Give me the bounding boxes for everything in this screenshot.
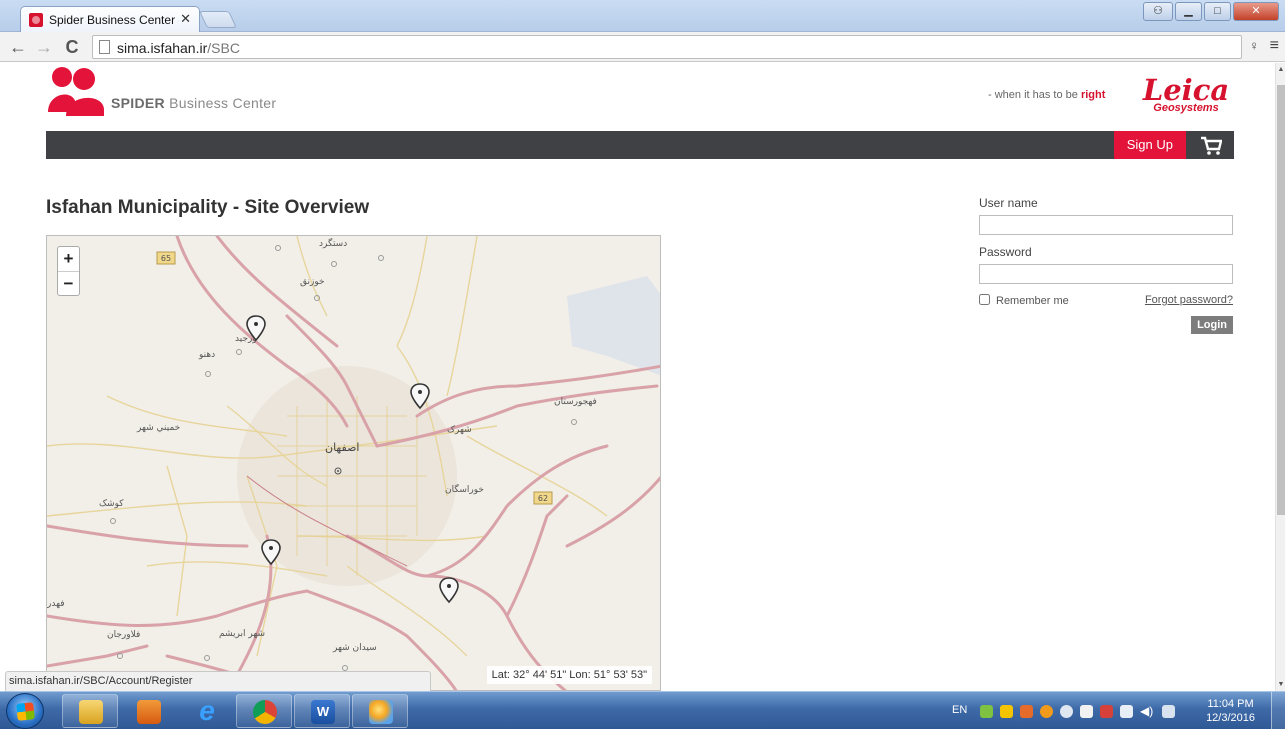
tagline: - when it has to be right (988, 89, 1106, 101)
folder-icon (79, 700, 103, 724)
url-text[interactable]: sima.isfahan.ir/SBC (117, 40, 240, 56)
minimize-button[interactable]: ▁ (1175, 2, 1202, 21)
taskbar-paint[interactable] (352, 694, 408, 728)
internet-explorer-icon: e (199, 695, 215, 726)
new-tab-button[interactable] (199, 11, 237, 28)
show-desktop-button[interactable] (1271, 692, 1285, 730)
map-label: خوزنق (300, 277, 325, 287)
map-label: اصفهان (325, 441, 359, 454)
map-label: فهجورستان (554, 397, 597, 407)
close-window-button[interactable]: ✕ (1233, 2, 1279, 21)
language-indicator[interactable]: EN (952, 704, 967, 716)
flag-tray-icon[interactable] (1020, 705, 1033, 718)
zoom-out-button[interactable]: − (58, 271, 79, 295)
page-title: Isfahan Municipality - Site Overview (46, 197, 370, 218)
leica-logo[interactable]: Leica Geosystems (1138, 75, 1234, 114)
taskbar-explorer[interactable] (62, 694, 118, 728)
map-label: دستگرد (319, 237, 347, 249)
action-center-icon[interactable] (1120, 705, 1133, 718)
sync-tray-icon[interactable] (1060, 705, 1073, 718)
coordinates-readout: Lat: 32° 44' 51" Lon: 51° 53' 53" (486, 666, 652, 684)
update-tray-icon[interactable] (1040, 705, 1053, 718)
map-label: کوشک (99, 499, 124, 509)
antivirus-tray-icon[interactable] (1100, 705, 1113, 718)
map-tiles[interactable]: 65 62 دستگرد خوزنق دهنو ورجيد فهجورستان (47, 236, 661, 691)
extension-icon[interactable]: ♀ (1249, 38, 1259, 53)
remember-label: Remember me (996, 295, 1069, 307)
road-shield-62: 62 (533, 491, 553, 505)
forgot-password-link[interactable]: Forgot password? (1145, 294, 1233, 306)
username-input[interactable] (979, 215, 1233, 235)
remember-row: Remember me Forgot password? (979, 294, 1233, 310)
link-status-bar: sima.isfahan.ir/SBC/Account/Register (5, 671, 431, 691)
scroll-thumb[interactable] (1277, 85, 1285, 515)
back-icon[interactable]: ← (8, 37, 28, 57)
brand-name: SPIDER Business Center (111, 95, 277, 111)
chrome-icon (253, 700, 277, 724)
login-button[interactable]: Login (1191, 316, 1233, 334)
device-tray-icon[interactable] (1080, 705, 1093, 718)
clock-time: 11:04 PM (1207, 698, 1254, 710)
svg-text:65: 65 (161, 254, 171, 263)
network-tray-icon[interactable] (980, 705, 993, 718)
chrome-menu-icon[interactable]: ≡ (1270, 37, 1279, 55)
taskbar-media-player[interactable] (120, 694, 176, 728)
clock-date: 12/3/2016 (1206, 712, 1255, 724)
word-icon: W (311, 700, 335, 724)
display-tray-icon[interactable] (1162, 705, 1175, 718)
login-form: User name Password Remember me Forgot pa… (979, 196, 1233, 334)
main-navbar: Sign Up (46, 131, 1234, 159)
tab-close-icon[interactable]: ✕ (180, 11, 191, 27)
map-label: خوراسگان (445, 483, 484, 495)
site-marker-icon (439, 577, 459, 604)
map-label: شهرک (447, 424, 472, 435)
page-scrollbar[interactable]: ▲ ▼ (1275, 63, 1285, 691)
security-tray-icon[interactable] (1000, 705, 1013, 718)
taskbar-chrome[interactable] (236, 694, 292, 728)
svg-text:62: 62 (538, 494, 548, 503)
road-shield-65: 65 (156, 251, 176, 265)
zoom-control: + − (57, 246, 80, 296)
start-button[interactable] (6, 693, 44, 729)
address-bar[interactable]: sima.isfahan.ir/SBC (92, 35, 1242, 59)
tab-title: Spider Business Center - L (49, 13, 179, 27)
spider-logo-icon (48, 67, 104, 116)
maximize-button[interactable]: □ (1204, 2, 1231, 21)
user-profile-icon[interactable]: ⚇ (1143, 2, 1173, 21)
sign-up-button[interactable]: Sign Up (1113, 131, 1186, 159)
web-page: SPIDER Business Center - when it has to … (0, 63, 1275, 691)
volume-icon[interactable]: ◀) (1140, 705, 1153, 718)
page-icon (99, 40, 110, 54)
remember-checkbox[interactable] (979, 294, 990, 305)
cart-icon[interactable] (1200, 135, 1222, 155)
map-label: خميني شهر (136, 423, 180, 433)
paint-icon (369, 700, 393, 724)
browser-toolbar: ← → C sima.isfahan.ir/SBC ♀ ≡ (0, 32, 1285, 62)
leica-wordmark: Leica (1142, 73, 1230, 107)
password-input[interactable] (979, 264, 1233, 284)
window-controls: ⚇ ▁ □ ✕ (1143, 2, 1279, 21)
forward-icon[interactable]: → (34, 37, 54, 57)
taskbar-word[interactable]: W (294, 694, 350, 728)
zoom-in-button[interactable]: + (58, 247, 79, 271)
browser-tab[interactable]: Spider Business Center - L ✕ (20, 6, 200, 33)
system-tray: EN ◀) 11:04 PM 12/3/2016 (940, 692, 1285, 730)
map-label: سيدان شهر (332, 643, 377, 653)
taskbar-ie[interactable]: e (178, 694, 234, 728)
scroll-up-icon[interactable]: ▲ (1277, 66, 1285, 73)
map-label: فهدر (47, 599, 65, 609)
site-map[interactable]: 65 62 دستگرد خوزنق دهنو ورجيد فهجورستان (46, 235, 661, 691)
password-label: Password (979, 245, 1032, 259)
reload-icon[interactable]: C (62, 37, 82, 57)
spider-favicon-icon (29, 13, 43, 27)
browser-titlebar: Spider Business Center - L ✕ ⚇ ▁ □ ✕ (0, 0, 1285, 33)
map-label: فلاورجان (107, 630, 140, 640)
map-label: دهنو (198, 350, 215, 360)
map-label: شهر ابريشم (219, 629, 265, 639)
clock[interactable]: 11:04 PM 12/3/2016 (1206, 697, 1255, 725)
media-player-icon (137, 700, 161, 724)
scroll-down-icon[interactable]: ▼ (1277, 681, 1285, 688)
username-label: User name (979, 196, 1038, 210)
windows-taskbar: e W EN ◀) 11:04 PM 12/3/2016 (0, 691, 1285, 730)
